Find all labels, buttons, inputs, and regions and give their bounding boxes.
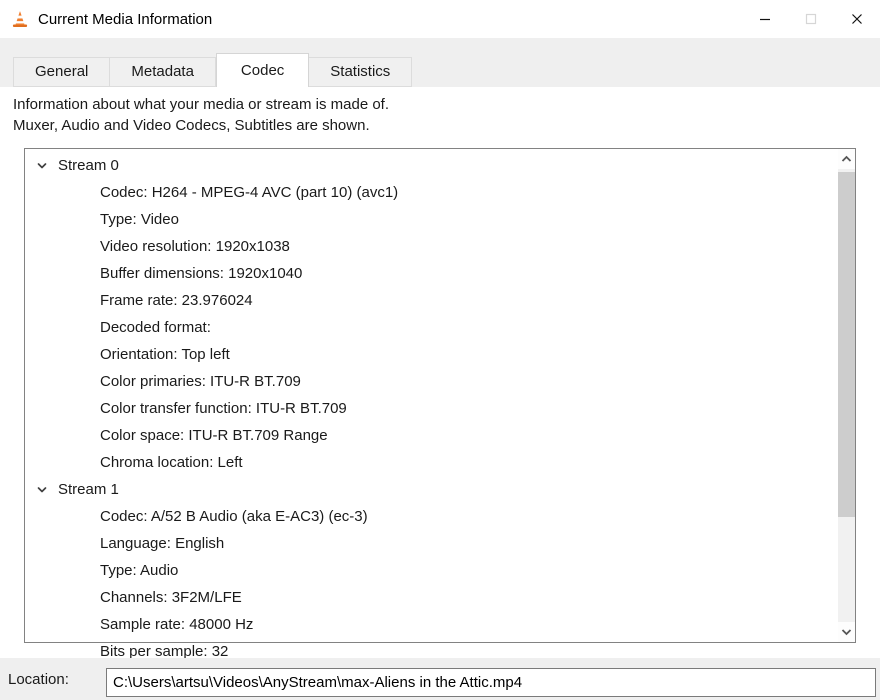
tree-item-text: Chroma location: Left <box>100 454 243 471</box>
codec-panel: Information about what your media or str… <box>0 87 880 658</box>
vertical-scrollbar[interactable] <box>838 149 855 642</box>
tree-item-text: Sample rate: 48000 Hz <box>100 616 253 633</box>
tree-row[interactable]: Chroma location: Left <box>25 449 838 476</box>
close-button[interactable] <box>834 0 880 38</box>
chevron-down-icon[interactable] <box>34 484 50 496</box>
tree-row[interactable]: Color space: ITU-R BT.709 Range <box>25 422 838 449</box>
description-line2: Muxer, Audio and Video Codecs, Subtitles… <box>13 115 880 136</box>
tree-item-text: Codec: H264 - MPEG-4 AVC (part 10) (avc1… <box>100 184 398 201</box>
minimize-button[interactable] <box>742 0 788 38</box>
scrollbar-thumb[interactable] <box>838 172 855 517</box>
tree-row[interactable]: Video resolution: 1920x1038 <box>25 233 838 260</box>
tree-row[interactable]: Orientation: Top left <box>25 341 838 368</box>
scroll-down-button[interactable] <box>838 622 855 642</box>
tree-item-text: Type: Audio <box>100 562 178 579</box>
tree-row[interactable]: Codec: A/52 B Audio (aka E-AC3) (ec-3) <box>25 503 838 530</box>
tree-row[interactable]: Color primaries: ITU-R BT.709 <box>25 368 838 395</box>
chevron-down-icon[interactable] <box>34 160 50 172</box>
tree-item-text: Color space: ITU-R BT.709 Range <box>100 427 328 444</box>
tree-row[interactable]: Color transfer function: ITU-R BT.709 <box>25 395 838 422</box>
scroll-up-button[interactable] <box>838 149 855 169</box>
maximize-button <box>788 0 834 38</box>
tree-row[interactable]: Codec: H264 - MPEG-4 AVC (part 10) (avc1… <box>25 179 838 206</box>
tree-item-text: Color primaries: ITU-R BT.709 <box>100 373 301 390</box>
vlc-cone-icon <box>10 9 30 29</box>
tree-item-text: Frame rate: 23.976024 <box>100 292 253 309</box>
tree-row[interactable]: Decoded format: <box>25 314 838 341</box>
location-input[interactable] <box>106 668 876 697</box>
window-controls <box>742 0 880 38</box>
tree-row[interactable]: Language: English <box>25 530 838 557</box>
tree-item-text: Language: English <box>100 535 224 552</box>
description-line1: Information about what your media or str… <box>13 94 880 115</box>
titlebar[interactable]: Current Media Information <box>0 0 880 38</box>
tree-item-text: Color transfer function: ITU-R BT.709 <box>100 400 347 417</box>
stream-label: Stream 1 <box>58 481 119 498</box>
tree-item-text: Codec: A/52 B Audio (aka E-AC3) (ec-3) <box>100 508 368 525</box>
tab-codec[interactable]: Codec <box>216 53 309 87</box>
tab-metadata[interactable]: Metadata <box>110 57 216 87</box>
tree-item-text: Type: Video <box>100 211 179 228</box>
tree-item-text: Orientation: Top left <box>100 346 230 363</box>
window-title: Current Media Information <box>38 11 212 28</box>
tab-bar: General Metadata Codec Statistics <box>0 38 880 87</box>
stream-label: Stream 0 <box>58 157 119 174</box>
tree-item-text: Decoded format: <box>100 319 211 336</box>
media-info-dialog: Current Media Information General Metada… <box>0 0 880 700</box>
tree-row-stream-0[interactable]: Stream 0 <box>25 152 838 179</box>
tree-item-text: Buffer dimensions: 1920x1040 <box>100 265 302 282</box>
location-bar: Location: <box>0 658 880 700</box>
tree-row[interactable]: Buffer dimensions: 1920x1040 <box>25 260 838 287</box>
tab-general[interactable]: General <box>13 57 110 87</box>
tree-item-text: Channels: 3F2M/LFE <box>100 589 242 606</box>
tree-row[interactable]: Frame rate: 23.976024 <box>25 287 838 314</box>
tree-row[interactable]: Type: Video <box>25 206 838 233</box>
tab-statistics[interactable]: Statistics <box>309 57 412 87</box>
tree-row[interactable]: Sample rate: 48000 Hz <box>25 611 838 638</box>
tree-row[interactable]: Type: Audio <box>25 557 838 584</box>
tree-row[interactable]: Channels: 3F2M/LFE <box>25 584 838 611</box>
codec-tree: Stream 0 Codec: H264 - MPEG-4 AVC (part … <box>24 148 856 643</box>
tree-row-stream-1[interactable]: Stream 1 <box>25 476 838 503</box>
tree-item-text: Video resolution: 1920x1038 <box>100 238 290 255</box>
location-label: Location: <box>8 671 69 688</box>
